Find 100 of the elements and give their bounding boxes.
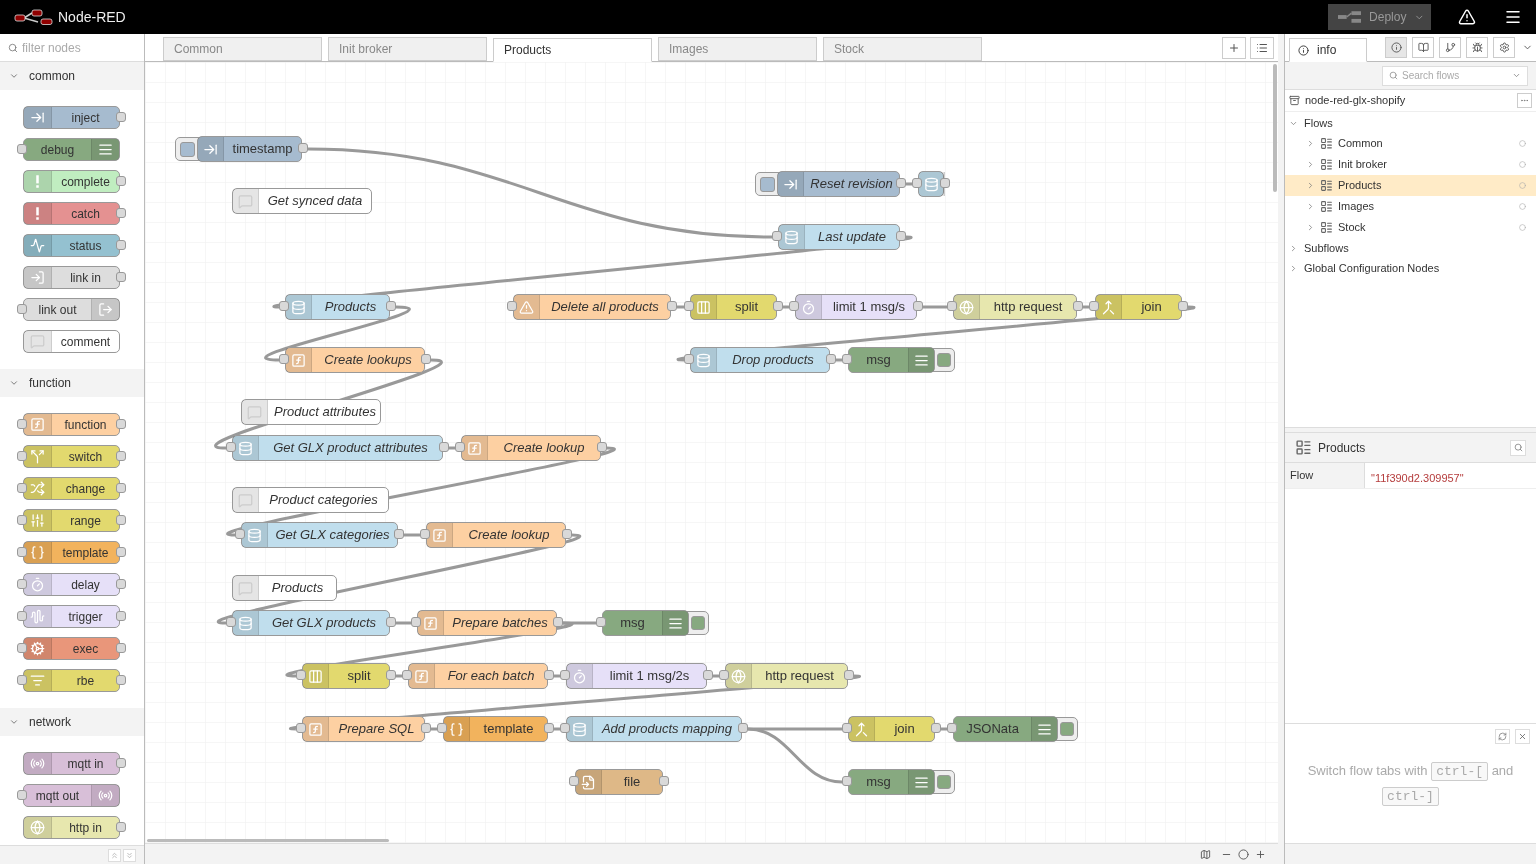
input-port[interactable] — [17, 419, 27, 429]
output-port[interactable] — [553, 617, 563, 627]
output-port[interactable] — [116, 579, 126, 589]
debug-toggle[interactable] — [1056, 717, 1078, 741]
input-port[interactable] — [596, 617, 606, 627]
output-port[interactable] — [421, 723, 431, 733]
flow-node[interactable]: Get GLX products — [232, 610, 390, 636]
flow-node[interactable]: Create lookups — [285, 347, 425, 373]
input-port[interactable] — [789, 301, 799, 311]
output-port[interactable] — [844, 670, 854, 680]
input-port[interactable] — [17, 611, 27, 621]
flow-node[interactable]: Reset revision — [777, 171, 900, 197]
flow-node[interactable]: split — [302, 663, 390, 689]
output-port[interactable] — [116, 547, 126, 557]
input-port[interactable] — [279, 354, 289, 364]
inject-button[interactable] — [755, 172, 779, 196]
flow-node[interactable]: template — [443, 716, 548, 742]
output-port[interactable] — [913, 301, 923, 311]
flow-node[interactable]: Get synced data — [232, 188, 372, 214]
palette-node[interactable]: change — [23, 477, 120, 500]
scrollbar[interactable] — [1273, 64, 1277, 192]
palette-node[interactable]: template — [23, 541, 120, 564]
output-port[interactable] — [386, 617, 396, 627]
input-port[interactable] — [17, 790, 27, 800]
output-port[interactable] — [116, 176, 126, 186]
input-port[interactable] — [226, 617, 236, 627]
flow-node[interactable]: Products — [285, 294, 390, 320]
output-port[interactable] — [544, 670, 554, 680]
sidebar-tab-button[interactable] — [1439, 37, 1461, 58]
close-button[interactable] — [1515, 729, 1530, 744]
palette-node[interactable]: mqtt out — [23, 784, 120, 807]
output-port[interactable] — [439, 442, 449, 452]
input-port[interactable] — [17, 547, 27, 557]
flow-node[interactable]: file — [575, 769, 663, 795]
sidebar-tab-button[interactable] — [1412, 37, 1434, 58]
output-port[interactable] — [116, 675, 126, 685]
flow-node[interactable] — [918, 171, 944, 197]
palette-node[interactable]: trigger — [23, 605, 120, 628]
output-port[interactable] — [116, 822, 126, 832]
output-port[interactable] — [597, 442, 607, 452]
refresh-button[interactable] — [1495, 729, 1510, 744]
scrollbar[interactable] — [147, 839, 389, 842]
tree-item[interactable]: Init broker — [1285, 154, 1536, 175]
flow-node[interactable]: split — [690, 294, 777, 320]
flow-node[interactable]: join — [848, 716, 935, 742]
debug-toggle[interactable] — [687, 611, 709, 635]
input-port[interactable] — [279, 301, 289, 311]
input-port[interactable] — [437, 723, 447, 733]
palette-node[interactable]: status — [23, 234, 120, 257]
output-port[interactable] — [116, 240, 126, 250]
input-port[interactable] — [17, 643, 27, 653]
output-port[interactable] — [896, 178, 906, 188]
palette-node[interactable]: catch — [23, 202, 120, 225]
flow-tab[interactable]: Products — [493, 38, 652, 62]
sidebar-tab-button[interactable] — [1385, 37, 1407, 58]
output-port[interactable] — [896, 231, 906, 241]
more-button[interactable] — [1517, 93, 1532, 108]
input-port[interactable] — [17, 304, 27, 314]
output-port[interactable] — [1178, 301, 1188, 311]
flow-node[interactable]: limit 1 msg/2s — [566, 663, 707, 689]
output-port[interactable] — [386, 670, 396, 680]
debug-toggle[interactable] — [933, 348, 955, 372]
palette-node[interactable]: range — [23, 509, 120, 532]
tree-item[interactable]: Products — [1285, 175, 1536, 196]
input-port[interactable] — [296, 670, 306, 680]
search-field[interactable]: Search flows — [1382, 65, 1528, 86]
tree-item[interactable]: Common — [1285, 133, 1536, 154]
sidebar-tab-button[interactable] — [1493, 37, 1515, 58]
palette-node[interactable]: link in — [23, 266, 120, 289]
input-port[interactable] — [455, 442, 465, 452]
tree-item[interactable]: Stock — [1285, 217, 1536, 238]
input-port[interactable] — [17, 675, 27, 685]
palette-node[interactable]: mqtt in — [23, 752, 120, 775]
output-port[interactable] — [421, 354, 431, 364]
warning-icon[interactable] — [1458, 8, 1476, 26]
deploy-button[interactable]: Deploy — [1328, 4, 1431, 30]
flow-node[interactable]: limit 1 msg/s — [795, 294, 917, 320]
input-port[interactable] — [226, 442, 236, 452]
palette-node[interactable]: function — [23, 413, 120, 436]
output-port[interactable] — [1073, 301, 1083, 311]
debug-toggle[interactable] — [933, 770, 955, 794]
flow-node[interactable]: Create lookup — [426, 522, 566, 548]
input-port[interactable] — [17, 144, 27, 154]
output-port[interactable] — [116, 643, 126, 653]
output-port[interactable] — [667, 301, 677, 311]
sidebar-tab-button[interactable] — [1466, 37, 1488, 58]
flow-node[interactable]: http request — [725, 663, 848, 689]
output-port[interactable] — [116, 112, 126, 122]
input-port[interactable] — [420, 529, 430, 539]
output-port[interactable] — [116, 451, 126, 461]
flow-node[interactable]: msg — [848, 347, 935, 373]
scroll-down-button[interactable] — [123, 848, 136, 862]
input-port[interactable] — [684, 301, 694, 311]
output-port[interactable] — [394, 529, 404, 539]
output-port[interactable] — [931, 723, 941, 733]
output-port[interactable] — [116, 611, 126, 621]
flow-node[interactable]: Product attributes — [241, 399, 381, 425]
output-port[interactable] — [116, 758, 126, 768]
output-port[interactable] — [116, 208, 126, 218]
input-port[interactable] — [17, 451, 27, 461]
